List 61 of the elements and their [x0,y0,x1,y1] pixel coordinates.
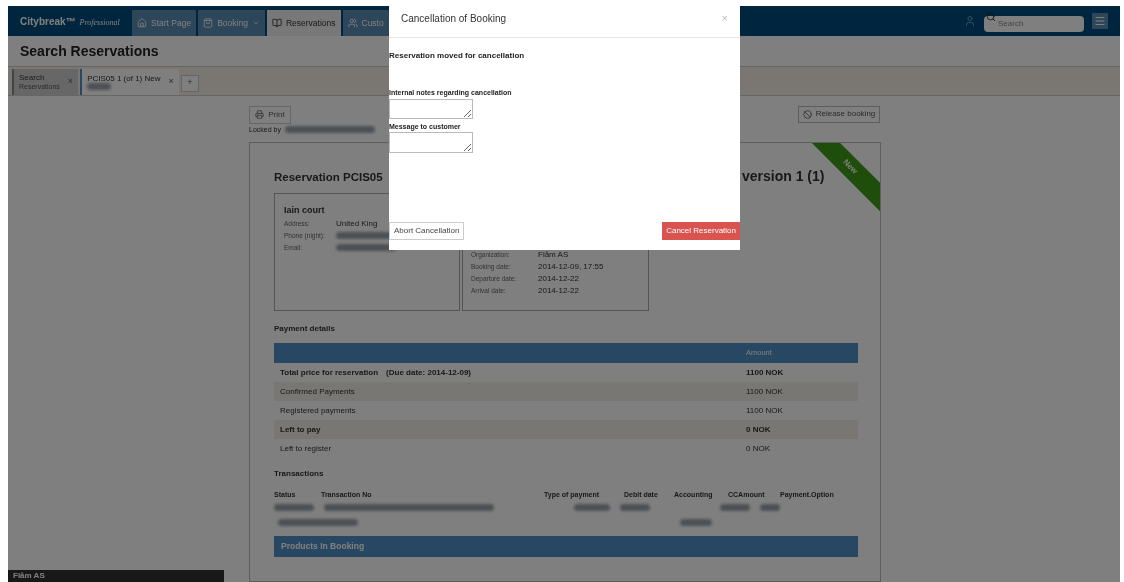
house-icon [137,18,147,29]
message-field[interactable] [389,132,473,153]
tab-title: PCIS05 1 (of 1) New [87,73,161,83]
section-title: Products In Booking [281,539,365,553]
table-cell: 0 NOK [746,442,770,455]
page-title: Search Reservations [20,41,159,61]
nav-tab[interactable]: Start Page [132,10,197,37]
blurred-text [574,503,610,511]
cancel-reservation-button[interactable]: Cancel Reservation [662,222,740,240]
blurred-text [336,244,396,251]
table-cell-text: Confirmed Payments [280,385,356,398]
abort-cancellation-button[interactable]: Abort Cancellation [389,222,465,240]
modal-title: Cancellation of Booking [401,12,507,26]
blurred-text [760,503,780,511]
field-value: 2014-12-22 [538,273,579,285]
field-value: 2014-12-22 [538,285,579,297]
table-cell-text: Left to pay [280,423,322,436]
nav-tab[interactable]: Custo [342,10,389,37]
field-value: Flåm AS [538,249,569,261]
close-tab-button[interactable]: × [168,74,174,89]
reservation-title: Reservation PCIS05 [274,171,383,183]
table-cell-text: Total price for reservation (Due date: 2014-12-09) [280,366,473,379]
nav-tab[interactable]: Booking [198,10,265,37]
table-cell-text: Left to register [280,442,333,455]
table-cell: 0 NOK [746,423,771,436]
internal-notes-field[interactable] [389,98,473,119]
printer-icon [255,110,265,119]
close-tab-button[interactable]: × [67,74,74,89]
search-icon [986,12,996,22]
release-booking-button[interactable]: Release booking [798,105,880,123]
section-title: Payment details [274,323,336,335]
table-cell: 1100 NOK [746,366,784,379]
organization-name: Flåm AS [13,570,45,582]
logo-subtitle: Professional [79,16,120,29]
ban-icon [802,109,812,119]
blurred-text [620,503,650,511]
blurred-text [87,82,112,90]
people-icon [347,18,358,29]
blurred-text [680,518,712,526]
table-cell: 1100 NOK [746,385,783,398]
document-tab[interactable]: PCIS05 1 (of 1) New × [80,68,179,95]
logo: Citybreak™ [20,14,76,29]
print-button[interactable]: Print [249,105,291,124]
section-title: Transactions [274,468,325,480]
table-cell: 1100 NOK [746,404,783,417]
tab-title: Search [19,72,46,82]
close-button[interactable]: × [721,10,728,27]
add-tab-button[interactable]: + [180,74,199,92]
status-message: Reservation moved for cancellation [389,50,526,62]
blurred-text [720,503,750,511]
user-icon[interactable] [964,15,976,27]
bag-icon [203,18,214,29]
menu-icon[interactable] [1092,13,1108,29]
book-icon [271,18,282,29]
field-value: United King [336,217,378,230]
field-value: 2014-12-09, 17:55 [538,261,604,273]
version-label: version 1 (1) [742,166,825,186]
customer-name: Iain court [284,204,326,217]
blurred-text [274,503,314,511]
table-cell-text: Registered payments [280,404,357,417]
nav-tab[interactable]: Reservations [266,10,341,37]
